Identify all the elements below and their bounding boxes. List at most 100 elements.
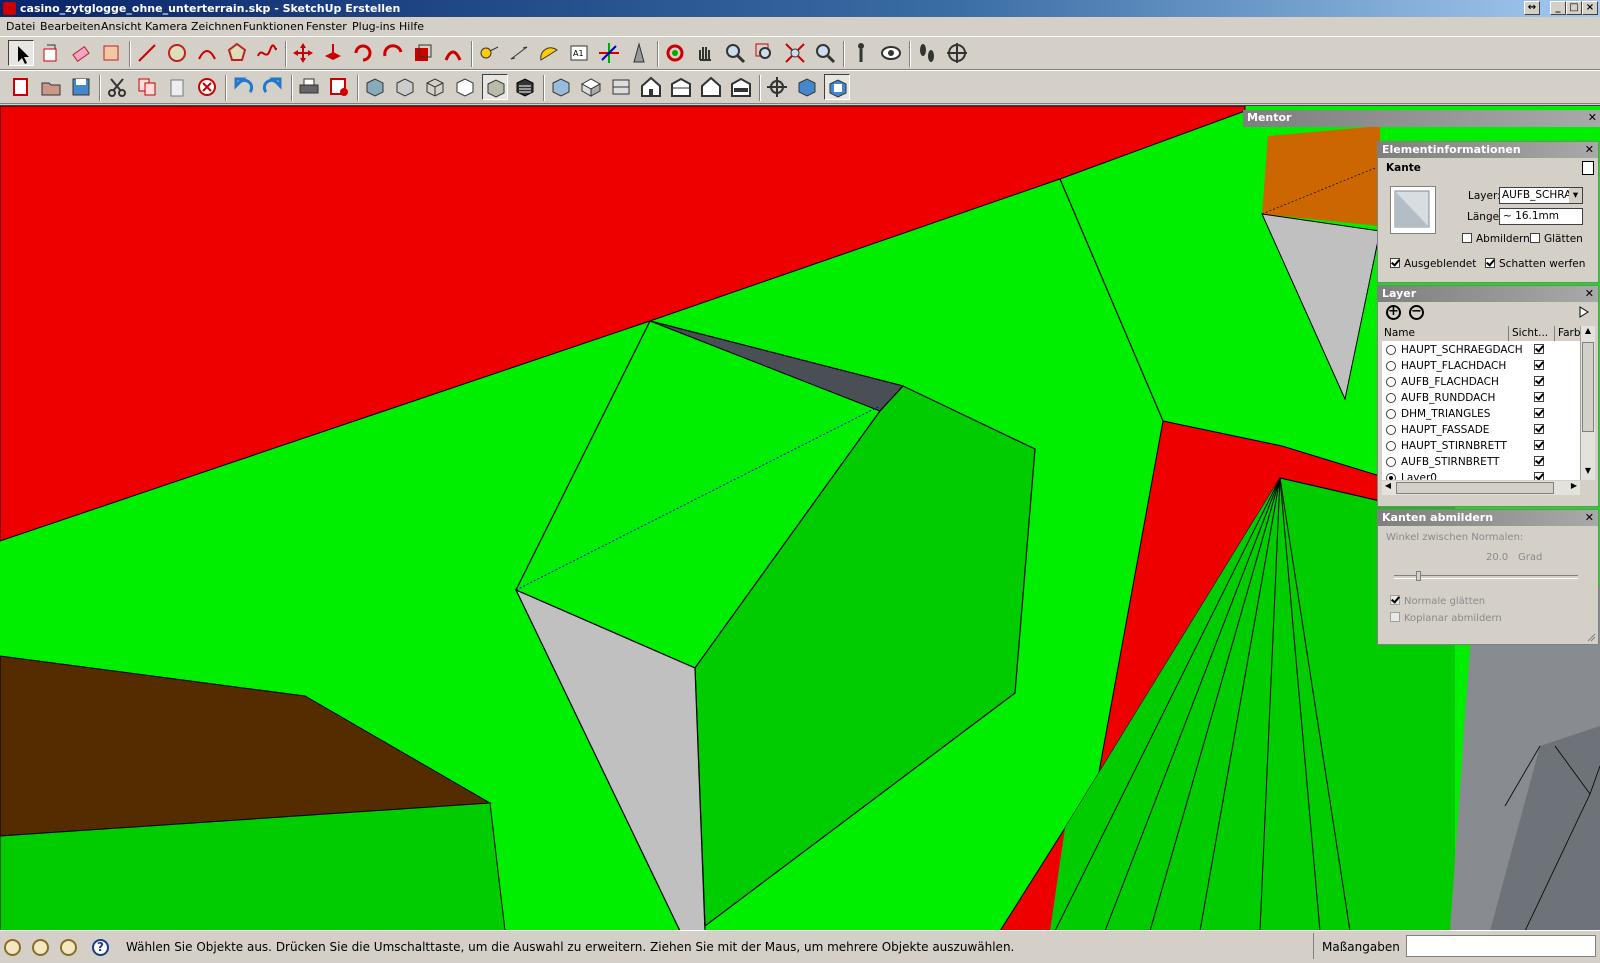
save-icon[interactable] xyxy=(68,74,94,100)
visible-checkbox[interactable] xyxy=(1534,392,1544,402)
cast-shadows-checkbox[interactable]: Schatten werfen xyxy=(1485,258,1585,270)
active-layer-radio[interactable] xyxy=(1386,377,1396,387)
orbit-icon[interactable] xyxy=(662,40,688,66)
layer-row[interactable]: AUFB_FLACHDACH xyxy=(1386,374,1580,390)
circle-icon[interactable] xyxy=(164,40,190,66)
visible-checkbox[interactable] xyxy=(1534,456,1544,466)
model-info-icon[interactable] xyxy=(326,74,352,100)
print-icon[interactable] xyxy=(296,74,322,100)
resize-grip-icon[interactable] xyxy=(1586,632,1596,642)
cut-icon[interactable] xyxy=(104,74,130,100)
top-view-icon[interactable] xyxy=(608,74,634,100)
active-layer-radio[interactable] xyxy=(1386,425,1396,435)
active-view-icon[interactable] xyxy=(824,74,850,100)
layer-horizontal-scrollbar[interactable]: ◀ ▶ xyxy=(1382,481,1580,495)
help-icon[interactable]: ? xyxy=(92,939,109,956)
monochrome-icon[interactable] xyxy=(548,74,574,100)
smooth-normals-checkbox[interactable]: Normale glätten xyxy=(1390,595,1485,607)
layer-row[interactable]: DHM_TRIANGLES xyxy=(1386,406,1580,422)
col-name-header[interactable]: Name xyxy=(1384,327,1415,339)
close-button[interactable]: × xyxy=(1582,1,1598,15)
entity-info-close-icon[interactable]: ✕ xyxy=(1585,142,1594,158)
layer-details-icon[interactable] xyxy=(1578,305,1590,319)
layer-close-icon[interactable]: ✕ xyxy=(1585,286,1594,302)
model-canvas[interactable] xyxy=(0,106,1600,930)
visible-checkbox[interactable] xyxy=(1534,344,1544,354)
layer-vertical-scrollbar[interactable]: ▲ ▼ xyxy=(1580,326,1595,480)
active-layer-radio[interactable] xyxy=(1386,393,1396,403)
user-icon[interactable] xyxy=(60,939,77,956)
col-color-header[interactable]: Farb xyxy=(1558,327,1581,339)
visible-checkbox[interactable] xyxy=(1534,360,1544,370)
menu-hilfe[interactable]: Hilfe xyxy=(399,20,424,33)
protractor-icon[interactable] xyxy=(536,40,562,66)
active-layer-radio[interactable] xyxy=(1386,361,1396,371)
layer-row[interactable]: HAUPT_STIRNBRETT xyxy=(1386,438,1580,454)
menu-datei[interactable]: Datei xyxy=(6,20,35,33)
menu-kamera[interactable]: Kamera xyxy=(145,20,188,33)
axes-icon[interactable] xyxy=(596,40,622,66)
slider-thumb[interactable] xyxy=(1416,571,1422,581)
smooth-checkbox[interactable]: Glätten xyxy=(1530,233,1583,245)
right-view-icon[interactable] xyxy=(668,74,694,100)
zoom-window-icon[interactable] xyxy=(752,40,778,66)
maximize-button[interactable]: □ xyxy=(1566,1,1582,15)
delete-icon[interactable] xyxy=(194,74,220,100)
visible-checkbox[interactable] xyxy=(1534,408,1544,418)
xray-icon[interactable] xyxy=(362,74,388,100)
panel-toggle-icon[interactable] xyxy=(1582,161,1594,175)
text-icon[interactable]: A1 xyxy=(566,40,592,66)
visible-checkbox[interactable] xyxy=(1534,472,1544,480)
copy-icon[interactable] xyxy=(134,74,160,100)
undo-icon[interactable] xyxy=(230,74,256,100)
entity-info-header[interactable]: Elementinformationen ✕ xyxy=(1378,142,1598,158)
layer-row[interactable]: HAUPT_FLACHDACH xyxy=(1386,358,1580,374)
credits-icon[interactable] xyxy=(32,939,49,956)
layer-select[interactable]: AUFB_SCHRAE ▾ xyxy=(1499,187,1583,204)
minimize-button[interactable]: _ xyxy=(1550,1,1566,15)
active-layer-radio[interactable] xyxy=(1386,473,1396,480)
coplanar-checkbox[interactable]: Koplanar abmildern xyxy=(1390,612,1502,624)
redo-icon[interactable] xyxy=(260,74,286,100)
length-field[interactable]: ~ 16.1mm xyxy=(1499,208,1583,225)
menu-funktionen[interactable]: Funktionen xyxy=(243,20,304,33)
layer-row[interactable]: Layer0 xyxy=(1386,470,1580,480)
hidden-checkbox[interactable]: Ausgeblendet xyxy=(1390,258,1476,270)
look-around-icon[interactable] xyxy=(878,40,904,66)
soften-checkbox[interactable]: Abmildern xyxy=(1462,233,1530,245)
freehand-icon[interactable] xyxy=(254,40,280,66)
iso-view-icon[interactable] xyxy=(578,74,604,100)
active-layer-radio[interactable] xyxy=(1386,441,1396,451)
move-icon[interactable] xyxy=(290,40,316,66)
menu-plugins[interactable]: Plug-ins xyxy=(352,20,395,33)
layer-row[interactable]: AUFB_RUNDDACH xyxy=(1386,390,1580,406)
layer-row[interactable]: AUFB_STIRNBRETT xyxy=(1386,454,1580,470)
scroll-thumb[interactable] xyxy=(1582,342,1594,432)
menu-bearbeiten[interactable]: Bearbeiten xyxy=(40,20,100,33)
measurements-input[interactable] xyxy=(1406,935,1596,957)
line-icon[interactable] xyxy=(134,40,160,66)
push-pull-icon[interactable] xyxy=(320,40,346,66)
open-icon[interactable] xyxy=(38,74,64,100)
walk-icon[interactable] xyxy=(914,40,940,66)
coplanar-check-icon[interactable] xyxy=(1390,612,1400,622)
paste-icon[interactable] xyxy=(164,74,190,100)
scroll-down-icon[interactable]: ▼ xyxy=(1581,466,1595,480)
geo-location-icon[interactable] xyxy=(4,939,21,956)
active-layer-radio[interactable] xyxy=(1386,409,1396,419)
move-scene-icon[interactable] xyxy=(764,74,790,100)
back-view-icon[interactable] xyxy=(698,74,724,100)
follow-me-icon[interactable] xyxy=(380,40,406,66)
visible-checkbox[interactable] xyxy=(1534,440,1544,450)
zoom-extents-icon[interactable] xyxy=(782,40,808,66)
scroll-left-icon[interactable]: ◀ xyxy=(1382,481,1394,490)
smooth-check-icon[interactable] xyxy=(1530,233,1540,243)
new-icon[interactable] xyxy=(8,74,34,100)
active-layer-radio[interactable] xyxy=(1386,345,1396,355)
section-plane-icon[interactable] xyxy=(944,40,970,66)
angle-slider[interactable] xyxy=(1394,571,1578,581)
hscroll-thumb[interactable] xyxy=(1396,482,1554,494)
3d-text-icon[interactable] xyxy=(626,40,652,66)
tape-measure-icon[interactable] xyxy=(476,40,502,66)
hidden-line-icon[interactable] xyxy=(452,74,478,100)
